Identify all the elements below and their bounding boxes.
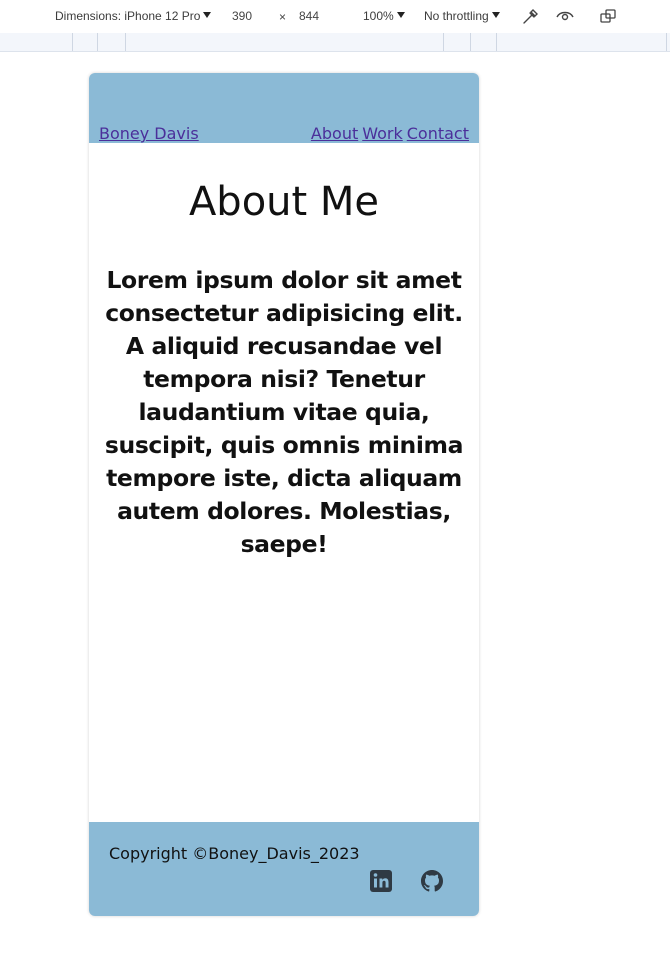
throttling-dropdown[interactable]: No throttling <box>424 9 500 23</box>
width-input[interactable]: 390 <box>232 9 252 23</box>
brand-link[interactable]: Boney Davis <box>99 124 199 143</box>
chevron-down-icon <box>396 12 405 18</box>
zoom-dropdown[interactable]: 100% <box>363 9 405 23</box>
device-dimensions-label: Dimensions: iPhone 12 Pro <box>55 9 201 23</box>
page-title: About Me <box>188 179 380 225</box>
nav-link-work[interactable]: Work <box>362 124 403 143</box>
devtools-toolbar: Dimensions: iPhone 12 Pro 390 × 844 100%… <box>0 0 670 34</box>
nav-link-about[interactable]: About <box>311 124 358 143</box>
device-viewport: Boney Davis About Work Contact About Me Lo… <box>89 73 479 916</box>
ruler-tick[interactable] <box>666 33 667 51</box>
throttling-label: No throttling <box>424 9 489 23</box>
rotate-icon[interactable] <box>598 6 618 26</box>
ruler-tick[interactable] <box>97 33 98 51</box>
site-nav: About Work Contact <box>307 124 469 143</box>
ruler-tick[interactable] <box>443 33 444 51</box>
site-footer: Copyright ©Boney_Davis_2023 <box>89 822 479 916</box>
ruler-tick[interactable] <box>72 33 73 51</box>
copyright-text: Copyright ©Boney_Davis_2023 <box>109 844 360 863</box>
media-query-ruler <box>0 33 670 52</box>
zoom-label: 100% <box>363 9 394 23</box>
height-input[interactable]: 844 <box>299 9 319 23</box>
ruler-tick[interactable] <box>496 33 497 51</box>
times-sign: × <box>279 10 287 24</box>
site-header: Boney Davis About Work Contact <box>89 73 479 143</box>
ruler-tick[interactable] <box>470 33 471 51</box>
github-icon[interactable] <box>420 869 444 893</box>
about-paragraph: Lorem ipsum dolor sit amet consectetur a… <box>104 266 464 558</box>
ruler-tick[interactable] <box>125 33 126 51</box>
device-dimensions-dropdown[interactable]: Dimensions: iPhone 12 Pro <box>55 9 212 23</box>
chevron-down-icon <box>491 12 500 18</box>
eyedropper-icon[interactable] <box>521 6 541 26</box>
chevron-down-icon <box>203 12 212 18</box>
nav-link-contact[interactable]: Contact <box>407 124 469 143</box>
eye-icon[interactable] <box>555 6 575 26</box>
linkedin-icon[interactable] <box>369 869 393 893</box>
